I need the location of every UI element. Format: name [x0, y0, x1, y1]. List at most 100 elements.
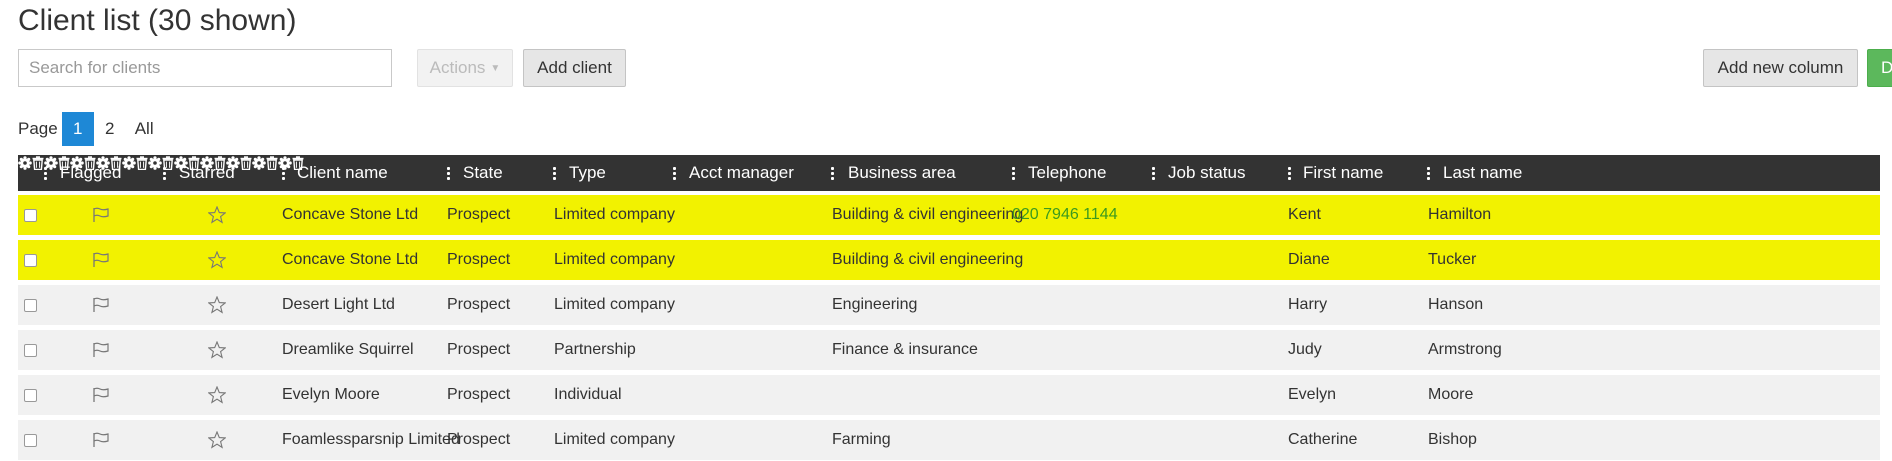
cell-last-name: Hamilton [1428, 206, 1492, 223]
cell-last-name: Armstrong [1428, 341, 1502, 358]
add-client-button[interactable]: Add client [523, 49, 626, 87]
cell-client-name[interactable]: Desert Light Ltd [282, 285, 395, 325]
flag-icon[interactable] [92, 240, 110, 280]
star-icon[interactable] [208, 375, 226, 415]
gear-icon[interactable] [252, 155, 266, 174]
cell-last-name: Bishop [1428, 431, 1477, 448]
row-select-cell [24, 240, 37, 280]
column-header-business-area: Business area [848, 163, 956, 182]
page-1-link[interactable]: 1 [61, 112, 94, 146]
pagination-label: Page [18, 119, 58, 138]
row-checkbox[interactable] [24, 343, 37, 357]
cell-state: Prospect [447, 296, 511, 313]
cell-telephone[interactable]: 020 7946 1144 [1012, 195, 1118, 235]
column-drag-handle-icon[interactable] [831, 155, 843, 191]
cell-last-name: Moore [1428, 386, 1474, 403]
table-row[interactable]: Evelyn Moore Prospect Individual Evelyn Moor… [18, 375, 1880, 415]
column-tools-flagged [18, 155, 44, 174]
column-drag-handle-icon[interactable] [673, 155, 685, 191]
client-table: Flagged Starred Client name State Type A… [18, 155, 1880, 460]
row-checkbox[interactable] [24, 208, 37, 222]
cell-state: Prospect [447, 206, 511, 223]
cell-last-name: Tucker [1428, 251, 1477, 268]
column-header-acct-manager: Acct manager [689, 163, 794, 182]
cell-client-name[interactable]: Concave Stone Ltd [282, 195, 418, 235]
table-row[interactable]: Foamlessparsnip Limited Prospect Limited c… [18, 420, 1880, 460]
star-icon[interactable] [208, 420, 226, 460]
column-drag-handle-icon[interactable] [163, 155, 175, 191]
cell-business-area: Engineering [832, 296, 918, 313]
row-select-cell [24, 330, 37, 370]
actions-button-label: Actions [429, 58, 486, 77]
cell-first-name: Catherine [1288, 431, 1358, 448]
column-drag-handle-icon[interactable] [1427, 155, 1439, 191]
row-checkbox[interactable] [24, 433, 37, 447]
column-header-job-status: Job status [1168, 163, 1246, 182]
flag-icon[interactable] [92, 330, 110, 370]
cell-type: Limited company [554, 296, 675, 313]
row-select-cell [24, 195, 37, 235]
green-action-button[interactable]: D [1867, 49, 1892, 87]
pagination: Page 1 2 All [18, 112, 163, 146]
row-checkbox[interactable] [24, 253, 37, 267]
table-row[interactable]: Concave Stone Ltd Prospect Limited company… [18, 195, 1880, 235]
star-icon[interactable] [208, 285, 226, 325]
cell-first-name: Diane [1288, 251, 1330, 268]
row-checkbox[interactable] [24, 388, 37, 402]
cell-state: Prospect [447, 341, 511, 358]
cell-first-name: Kent [1288, 206, 1321, 223]
column-header-state: State [463, 163, 503, 182]
page-all-link[interactable]: All [126, 112, 163, 146]
table-row[interactable]: Concave Stone Ltd Prospect Limited company… [18, 240, 1880, 280]
page-title: Client list (30 shown) [18, 4, 297, 37]
table-row[interactable]: Desert Light Ltd Prospect Limited company E… [18, 285, 1880, 325]
cell-type: Limited company [554, 206, 675, 223]
trash-icon[interactable] [32, 155, 44, 174]
flag-icon[interactable] [92, 420, 110, 460]
trash-icon[interactable] [240, 155, 252, 174]
star-icon[interactable] [208, 330, 226, 370]
add-new-column-button[interactable]: Add new column [1703, 49, 1858, 87]
column-drag-handle-icon[interactable] [1152, 155, 1164, 191]
column-drag-handle-icon[interactable] [1012, 155, 1024, 191]
trash-icon[interactable] [266, 155, 278, 174]
cell-first-name: Harry [1288, 296, 1328, 313]
page-2-link[interactable]: 2 [94, 112, 126, 146]
row-select-cell [24, 375, 37, 415]
column-drag-handle-icon[interactable] [1288, 155, 1300, 191]
cell-client-name[interactable]: Foamlessparsnip Limited [282, 420, 460, 460]
cell-state: Prospect [447, 251, 511, 268]
gear-icon[interactable] [122, 155, 136, 174]
row-select-cell [24, 420, 37, 460]
flag-icon[interactable] [92, 285, 110, 325]
column-tools-first-name [252, 155, 278, 174]
flag-icon[interactable] [92, 375, 110, 415]
cell-last-name: Hanson [1428, 296, 1484, 313]
cell-state: Prospect [447, 386, 511, 403]
flag-icon[interactable] [92, 195, 110, 235]
column-header-telephone: Telephone [1028, 163, 1107, 182]
column-header-flagged: Flagged [60, 163, 122, 182]
column-tools-type [122, 155, 148, 174]
star-icon[interactable] [208, 195, 226, 235]
cell-type: Partnership [554, 341, 636, 358]
column-drag-handle-icon[interactable] [282, 155, 294, 191]
star-icon[interactable] [208, 240, 226, 280]
gear-icon[interactable] [18, 155, 32, 174]
table-row[interactable]: Dreamlike Squirrel Prospect Partnership Fin… [18, 330, 1880, 370]
cell-client-name[interactable]: Concave Stone Ltd [282, 240, 418, 280]
actions-button[interactable]: Actions ▼ [417, 49, 513, 87]
column-header-last-name: Last name [1443, 163, 1523, 182]
cell-client-name[interactable]: Evelyn Moore [282, 375, 380, 415]
column-drag-handle-icon[interactable] [447, 155, 459, 191]
gear-icon[interactable] [148, 155, 162, 174]
search-input[interactable] [18, 49, 392, 87]
column-drag-handle-icon[interactable] [553, 155, 565, 191]
trash-icon[interactable] [136, 155, 148, 174]
row-checkbox[interactable] [24, 298, 37, 312]
cell-business-area: Finance & insurance [832, 341, 978, 358]
cell-business-area: Farming [832, 431, 891, 448]
cell-business-area: Building & civil engineering [832, 206, 1024, 223]
column-drag-handle-icon[interactable] [44, 155, 56, 191]
cell-client-name[interactable]: Dreamlike Squirrel [282, 330, 414, 370]
